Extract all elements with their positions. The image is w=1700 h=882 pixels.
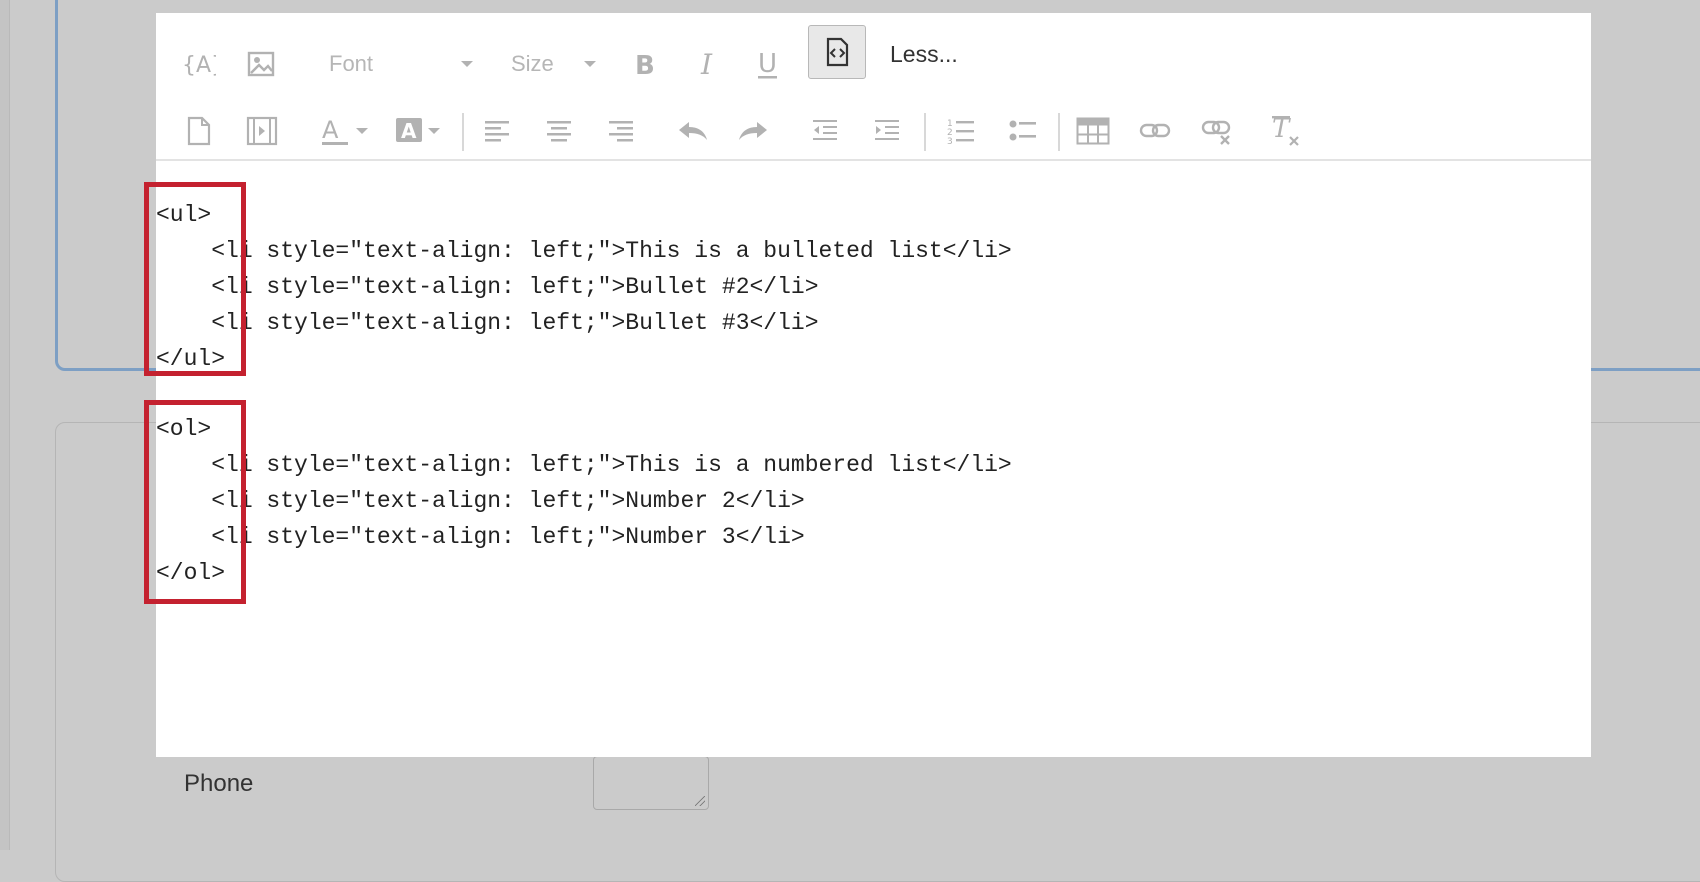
code-line: <li style="text-align: left;">Bullet #3<…	[156, 310, 819, 336]
align-right-icon[interactable]	[606, 117, 636, 145]
svg-text:{A}: {A}	[182, 53, 216, 78]
underline-icon[interactable]: U	[752, 45, 782, 83]
toolbar-separator	[1058, 113, 1060, 151]
chevron-down-icon[interactable]	[461, 61, 473, 67]
clear-formatting-icon[interactable]: T	[1270, 113, 1302, 149]
background-color-icon[interactable]: A	[394, 113, 446, 149]
outdent-icon[interactable]	[810, 116, 840, 146]
phone-label: Phone	[184, 770, 254, 797]
media-icon[interactable]	[246, 115, 278, 147]
code-line: <li style="text-align: left;">Number 3</…	[156, 524, 805, 550]
code-line: <ul>	[156, 202, 212, 228]
svg-text:A: A	[401, 119, 417, 143]
phone-input[interactable]	[593, 756, 709, 810]
code-line: </ol>	[156, 560, 226, 586]
size-dropdown-label[interactable]: Size	[511, 51, 554, 77]
italic-icon[interactable]: I	[694, 47, 724, 81]
bulleted-list-icon[interactable]	[1008, 115, 1038, 147]
align-left-icon[interactable]	[482, 117, 512, 145]
code-line: </ul>	[156, 346, 226, 372]
page-edge	[0, 0, 10, 850]
code-line: <li style="text-align: left;">Number 2</…	[156, 488, 805, 514]
font-dropdown-label[interactable]: Font	[329, 51, 373, 77]
document-icon[interactable]	[184, 115, 214, 147]
svg-text:B: B	[635, 51, 655, 78]
table-icon[interactable]	[1076, 115, 1110, 147]
indent-icon[interactable]	[872, 116, 902, 146]
source-code-icon	[826, 37, 849, 67]
code-line: <li style="text-align: left;">This is a …	[156, 452, 1012, 478]
numbered-list-icon[interactable]: 123	[946, 115, 976, 147]
less-button[interactable]: Less...	[890, 41, 958, 68]
toolbar-separator	[924, 113, 926, 151]
code-line: <li style="text-align: left;">Bullet #2<…	[156, 274, 819, 300]
svg-text:T: T	[1272, 114, 1291, 144]
svg-text:A: A	[322, 116, 339, 144]
svg-text:I: I	[700, 50, 713, 78]
code-line: <ol>	[156, 416, 212, 442]
svg-text:3: 3	[947, 137, 953, 146]
image-icon[interactable]	[246, 49, 276, 79]
unlink-icon[interactable]	[1200, 117, 1234, 149]
text-color-icon[interactable]: A	[320, 113, 372, 149]
code-line: <li style="text-align: left;">This is a …	[156, 238, 1012, 264]
link-icon[interactable]	[1138, 117, 1172, 145]
toolbar-separator	[462, 113, 464, 151]
piped-text-icon[interactable]: {A}	[182, 47, 216, 81]
chevron-down-icon[interactable]	[584, 61, 596, 67]
undo-icon[interactable]	[676, 117, 710, 145]
source-code-button[interactable]	[808, 25, 866, 79]
redo-icon[interactable]	[736, 117, 770, 145]
editor-toolbar: {A} Font Size B I U Less...	[156, 13, 1591, 161]
bold-icon[interactable]: B	[630, 47, 660, 81]
align-center-icon[interactable]	[544, 117, 574, 145]
svg-text:U: U	[758, 49, 777, 79]
rich-text-editor: {A} Font Size B I U Less...	[156, 13, 1591, 757]
